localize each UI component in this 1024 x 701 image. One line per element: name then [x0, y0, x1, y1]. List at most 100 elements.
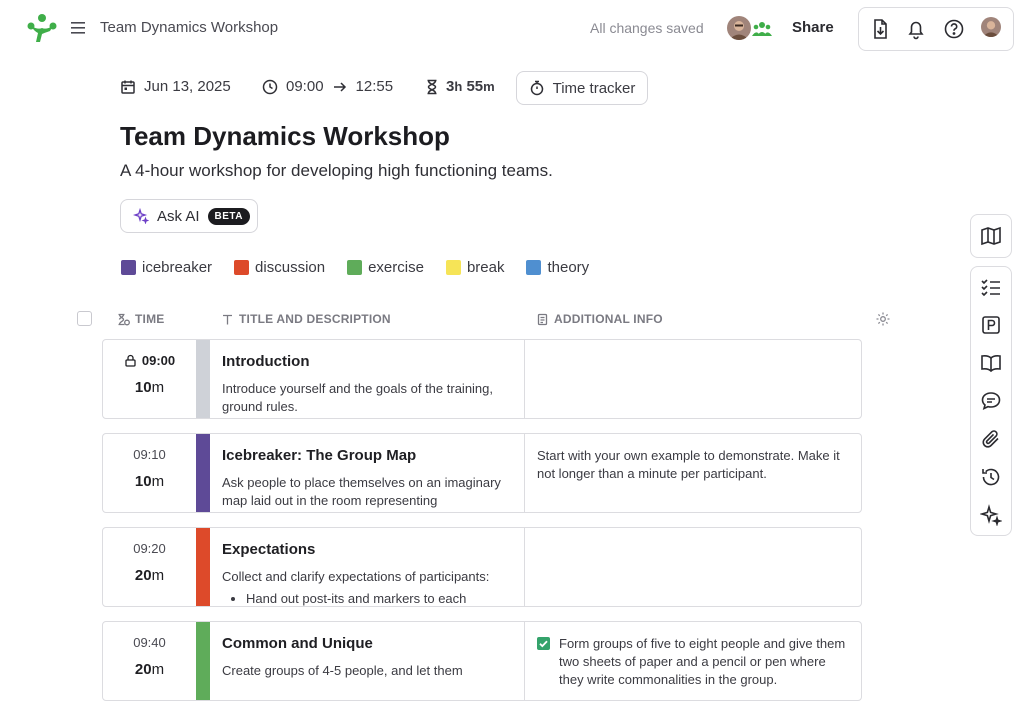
toolbar-group: [858, 7, 1014, 51]
arrow-right-icon: [332, 79, 348, 95]
row-start-time: 09:40: [133, 635, 166, 650]
bell-icon[interactable]: [905, 18, 927, 40]
duration-value: 10: [134, 473, 152, 490]
column-header-time[interactable]: TIME: [117, 312, 164, 326]
map-icon[interactable]: [980, 225, 1002, 247]
select-all-checkbox[interactable]: [77, 311, 92, 326]
category-color-bar[interactable]: [196, 528, 210, 606]
profile-avatar[interactable]: [981, 17, 1001, 37]
row-additional-info[interactable]: Form groups of five to eight people and …: [537, 635, 853, 689]
legend-icebreaker[interactable]: icebreaker: [121, 259, 212, 276]
text-icon: [221, 313, 234, 326]
row-time-cell[interactable]: 09:40 20m: [103, 622, 196, 700]
ai-sparkle-icon[interactable]: [980, 504, 1002, 526]
legend-label: discussion: [255, 259, 326, 276]
menu-icon[interactable]: [70, 19, 86, 37]
app-logo[interactable]: [26, 12, 58, 44]
help-icon[interactable]: [943, 18, 965, 40]
row-title-cell[interactable]: Expectations Collect and clarify expecta…: [210, 528, 525, 606]
paperclip-icon[interactable]: [980, 428, 1002, 450]
row-additional-info[interactable]: Start with your own example to demonstra…: [537, 447, 853, 483]
team-icon[interactable]: [752, 20, 772, 38]
duration-value: 10: [134, 379, 152, 396]
column-label: TIME: [135, 312, 165, 326]
table-row[interactable]: 09:00 10m Introduction Introduce yoursel…: [102, 339, 862, 419]
hourglass-icon: [424, 79, 440, 95]
document-title[interactable]: Team Dynamics Workshop: [100, 19, 278, 36]
page-subtitle[interactable]: A 4-hour workshop for developing high fu…: [120, 161, 553, 181]
duration-unit: m: [151, 473, 165, 490]
column-label: ADDITIONAL INFO: [554, 312, 663, 326]
row-title-cell[interactable]: Icebreaker: The Group Map Ask people to …: [210, 434, 525, 512]
row-title-cell[interactable]: Common and Unique Create groups of 4-5 p…: [210, 622, 525, 700]
table-row[interactable]: 09:10 10m Icebreaker: The Group Map Ask …: [102, 433, 862, 513]
row-time-cell[interactable]: 09:10 10m: [103, 434, 196, 512]
share-button[interactable]: Share: [792, 19, 834, 36]
checklist-icon[interactable]: [980, 276, 1002, 298]
checkbox-checked-icon[interactable]: [537, 637, 550, 650]
duration-unit: m: [151, 379, 165, 396]
export-document-icon[interactable]: [869, 18, 891, 40]
legend-discussion[interactable]: discussion: [234, 259, 325, 276]
date-display[interactable]: Jun 13, 2025: [120, 78, 231, 95]
start-time: 09:00: [286, 78, 324, 95]
legend-label: icebreaker: [142, 259, 213, 276]
book-icon[interactable]: [980, 352, 1002, 374]
duration-hours-unit: h: [454, 79, 463, 94]
date-text: Jun 13, 2025: [144, 78, 231, 95]
category-color-bar[interactable]: [196, 434, 210, 512]
clock-icon: [262, 79, 278, 95]
duration-minutes: 55: [466, 78, 484, 95]
start-time-text: 09:00: [141, 353, 176, 368]
ask-ai-button[interactable]: Ask AI BETA: [120, 199, 258, 233]
gear-icon[interactable]: [875, 311, 891, 327]
row-duration[interactable]: 10m: [103, 473, 196, 490]
column-header-info[interactable]: ADDITIONAL INFO: [536, 312, 663, 326]
parking-icon[interactable]: [980, 314, 1002, 336]
legend-swatch: [526, 260, 542, 275]
legend-label: exercise: [368, 259, 424, 276]
legend-swatch: [121, 260, 136, 275]
duration-unit: m: [151, 661, 165, 678]
list-item: Hand out post-its and markers to each: [246, 590, 518, 606]
table-row[interactable]: 09:20 20m Expectations Collect and clari…: [102, 527, 862, 607]
page-title[interactable]: Team Dynamics Workshop: [120, 121, 450, 152]
row-description: Create groups of 4-5 people, and let the…: [222, 663, 463, 678]
row-time-cell[interactable]: 09:00 10m: [103, 340, 196, 418]
save-status: All changes saved: [590, 20, 704, 36]
legend-break[interactable]: break: [445, 259, 505, 276]
legend-theory[interactable]: theory: [526, 259, 589, 276]
row-duration[interactable]: 20m: [103, 661, 196, 678]
user-avatar[interactable]: [727, 16, 751, 40]
time-range[interactable]: 09:00 12:55: [262, 78, 393, 95]
column-header-title[interactable]: TITLE AND DESCRIPTION: [221, 312, 391, 326]
row-duration[interactable]: 10m: [103, 379, 196, 396]
category-color-bar[interactable]: [196, 340, 210, 418]
history-icon[interactable]: [980, 466, 1002, 488]
row-time-cell[interactable]: 09:20 20m: [103, 528, 196, 606]
row-description: Collect and clarify expectations of part…: [222, 568, 518, 606]
legend-exercise[interactable]: exercise: [347, 259, 424, 276]
row-title: Introduction: [222, 353, 310, 370]
legend-swatch: [445, 260, 461, 275]
row-duration[interactable]: 20m: [103, 567, 196, 584]
legend-swatch: [234, 260, 250, 275]
ask-ai-label: Ask AI: [157, 207, 200, 225]
category-color-bar[interactable]: [196, 622, 210, 700]
table-row[interactable]: 09:40 20m Common and Unique Create group…: [102, 621, 862, 701]
row-title: Expectations: [222, 541, 316, 558]
legend-swatch: [347, 260, 363, 275]
description-text: Collect and clarify expectations of part…: [222, 569, 490, 584]
duration-value: 20: [134, 661, 152, 678]
category-legend: icebreaker discussion exercise break the…: [121, 259, 589, 276]
comment-icon[interactable]: [980, 390, 1002, 412]
legend-label: break: [466, 259, 505, 276]
legend-label: theory: [547, 259, 590, 276]
time-column-icon: [117, 313, 130, 326]
duration-minutes-unit: m: [483, 79, 495, 94]
row-title-cell[interactable]: Introduction Introduce yourself and the …: [210, 340, 525, 418]
row-start-time: 09:10: [133, 447, 166, 462]
row-description: Ask people to place themselves on an ima…: [222, 475, 501, 508]
duration-value: 20: [134, 567, 152, 584]
time-tracker-button[interactable]: Time tracker: [516, 71, 648, 105]
